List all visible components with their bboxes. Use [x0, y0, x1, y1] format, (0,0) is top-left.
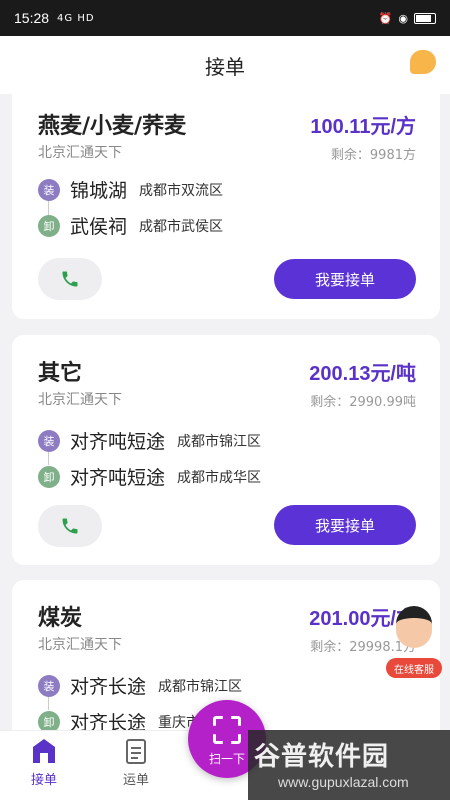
load-place: 锦城湖	[70, 180, 128, 202]
load-badge: 装	[38, 674, 60, 697]
alarm-icon: ⏰	[378, 11, 393, 25]
top-header: 接单	[0, 36, 450, 94]
phone-icon	[62, 518, 78, 534]
order-card: 其它 200.13元/吨 北京汇通天下 剩余：2990.99吨 装 对齐吨短途 …	[12, 335, 440, 565]
price: 100.11元/方	[310, 116, 416, 138]
load-stop: 装 对齐长途 成都市锦江区	[38, 672, 242, 699]
load-city: 成都市双流区	[139, 182, 224, 199]
unload-place: 武侯祠	[70, 216, 128, 238]
scan-frame-icon	[213, 716, 241, 744]
unload-city: 成都市武侯区	[139, 218, 224, 235]
status-icons: ⏰ ◉	[379, 12, 436, 25]
goods-name: 其它	[38, 361, 83, 386]
unload-stop: 卸 对齐吨短途 成都市成华区	[38, 463, 261, 490]
price: 200.13元/吨	[309, 363, 416, 385]
status-bar: 15:28 4G HD ⏰ ◉	[0, 0, 450, 36]
tab-waybill[interactable]: 运单	[106, 737, 166, 788]
company-name: 北京汇通天下	[38, 145, 122, 161]
load-stop: 装 锦城湖 成都市双流区	[38, 176, 223, 203]
call-button[interactable]	[38, 258, 102, 300]
unload-city: 成都市成华区	[177, 469, 262, 486]
load-city: 成都市锦江区	[158, 678, 243, 695]
dispatch-house-icon	[33, 739, 55, 763]
status-time: 15:28	[14, 10, 50, 26]
battery-icon	[414, 12, 436, 24]
page-title: 接单	[205, 54, 245, 79]
clipboard-icon	[126, 739, 146, 764]
tab-label: 运单	[122, 773, 149, 788]
unload-place: 对齐长途	[70, 712, 147, 730]
load-place: 对齐长途	[70, 676, 147, 698]
company-name: 北京汇通天下	[38, 392, 122, 408]
goods-name: 煤炭	[38, 606, 83, 631]
phone-icon	[62, 271, 78, 287]
unload-place: 对齐吨短途	[70, 467, 166, 489]
unload-badge: 卸	[38, 214, 60, 237]
online-service-label: 在线客服	[386, 658, 442, 678]
order-list[interactable]: 燕麦/小麦/荞麦 100.11元/方 北京汇通天下 剩余：9981方 装 锦城湖…	[0, 94, 450, 730]
order-card: 燕麦/小麦/荞麦 100.11元/方 北京汇通天下 剩余：9981方 装 锦城湖…	[12, 94, 440, 319]
tab-orders[interactable]: 接单	[14, 737, 74, 788]
take-order-button[interactable]: 我要接单	[274, 505, 416, 545]
chat-bubble-icon[interactable]	[410, 50, 436, 74]
load-badge: 装	[38, 178, 60, 201]
scan-label: 扫一下	[208, 752, 245, 766]
online-service-button[interactable]: 在线客服	[386, 600, 442, 680]
network-indicator: 4G HD	[57, 12, 95, 24]
company-name: 北京汇通天下	[38, 637, 122, 653]
call-button[interactable]	[38, 505, 102, 547]
watermark: 谷普软件园 www.gupuxlazal.com	[248, 730, 450, 800]
watermark-title: 谷普软件园	[254, 742, 390, 772]
tab-label: 接单	[30, 773, 57, 788]
take-order-button[interactable]: 我要接单	[274, 259, 416, 299]
load-city: 成都市锦江区	[177, 433, 262, 450]
unload-badge: 卸	[38, 465, 60, 488]
unload-stop: 卸 武侯祠 成都市武侯区	[38, 212, 223, 239]
remaining-amount: 剩余：9981方	[330, 148, 416, 163]
location-icon: ◉	[398, 11, 408, 25]
remaining-amount: 剩余：2990.99吨	[310, 395, 416, 410]
unload-badge: 卸	[38, 710, 60, 730]
watermark-url: www.gupuxlazal.com	[278, 774, 409, 790]
load-stop: 装 对齐吨短途 成都市锦江区	[38, 427, 261, 454]
goods-name: 燕麦/小麦/荞麦	[38, 114, 187, 139]
load-place: 对齐吨短途	[70, 431, 166, 453]
load-badge: 装	[38, 429, 60, 452]
agent-avatar-icon	[396, 606, 432, 648]
